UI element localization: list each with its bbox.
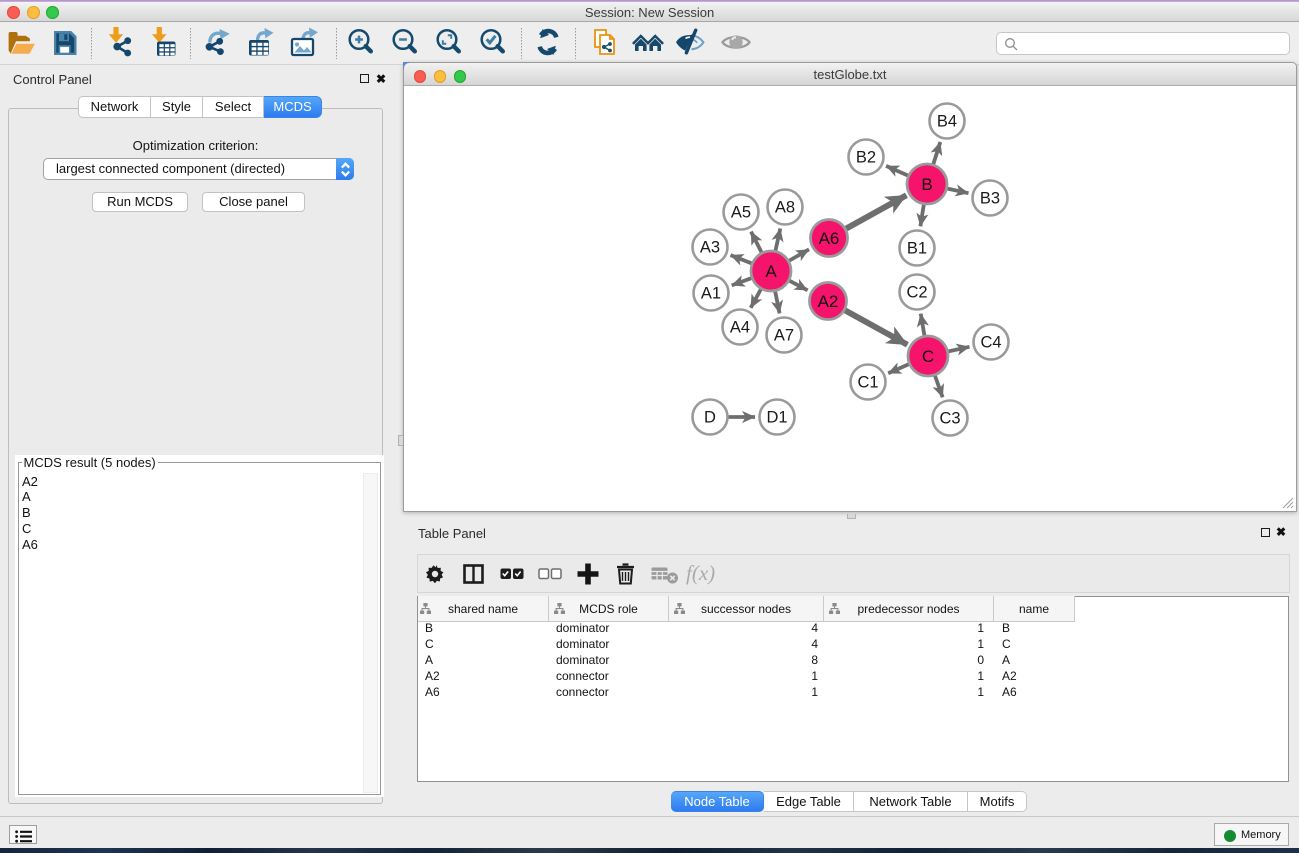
svg-text:B2: B2 [856,149,876,167]
svg-text:B1: B1 [907,240,927,258]
svg-text:B: B [921,175,932,194]
svg-text:A8: A8 [775,199,795,217]
svg-text:C1: C1 [857,374,878,392]
svg-text:A: A [765,262,777,281]
svg-text:A3: A3 [700,239,720,257]
svg-text:A6: A6 [819,229,840,248]
svg-text:C: C [922,347,934,366]
svg-text:D: D [704,409,716,427]
svg-text:C4: C4 [980,334,1001,352]
svg-text:A7: A7 [774,327,794,345]
svg-text:A4: A4 [730,319,750,337]
svg-text:A1: A1 [701,285,721,303]
svg-text:D1: D1 [766,409,787,427]
svg-text:B4: B4 [937,113,957,131]
svg-text:B3: B3 [980,190,1000,208]
svg-text:C3: C3 [939,410,960,428]
svg-text:A5: A5 [731,204,751,222]
svg-text:C2: C2 [906,284,927,302]
svg-text:A2: A2 [818,292,839,311]
